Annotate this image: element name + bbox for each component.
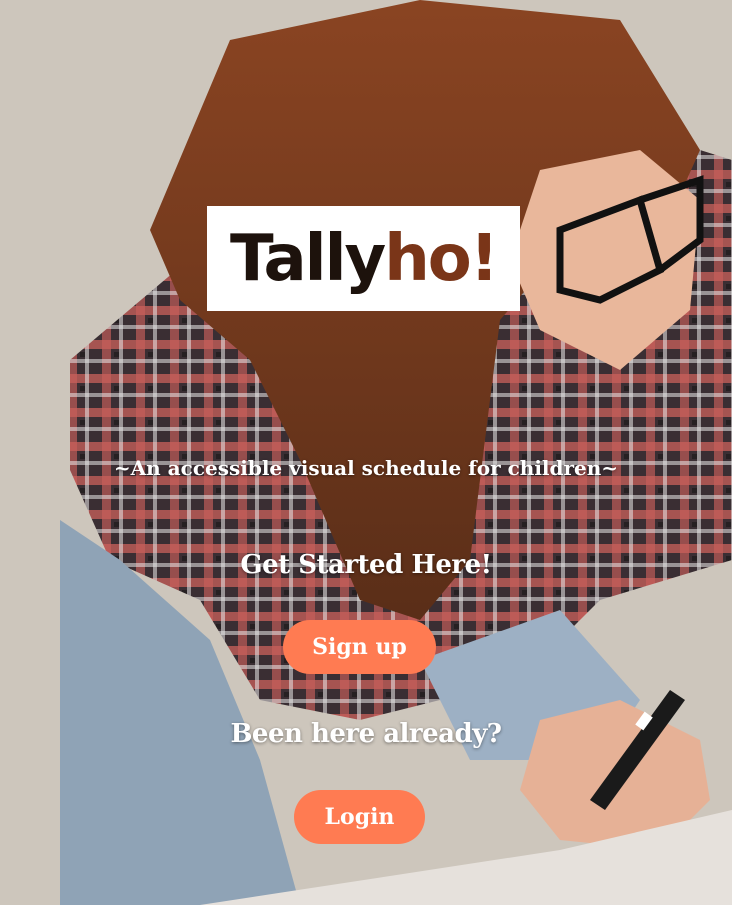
background-photo <box>0 0 732 905</box>
sign-up-button[interactable]: Sign up <box>283 620 436 674</box>
tagline: ~An accessible visual schedule for child… <box>113 456 619 480</box>
logo-main: Tally <box>230 221 386 296</box>
logo-text: Tallyho! <box>230 227 499 291</box>
background-illustration <box>0 0 732 905</box>
logo: Tallyho! <box>207 206 520 311</box>
login-button[interactable]: Login <box>294 790 425 844</box>
logo-accent: ho! <box>384 221 499 296</box>
returning-user-heading: Been here already? <box>230 719 502 749</box>
get-started-heading: Get Started Here! <box>240 550 492 580</box>
